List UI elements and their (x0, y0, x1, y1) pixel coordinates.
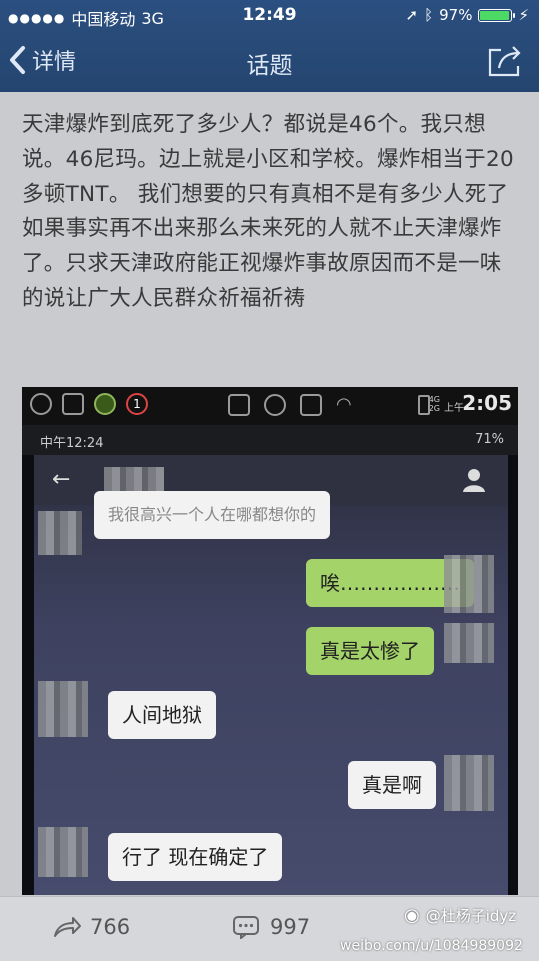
page-title: 话题 (246, 53, 293, 79)
location-icon: ➚ (405, 6, 419, 24)
repost-button[interactable]: 766 (52, 915, 130, 939)
top-bar: ●●●●● 中国移动 3G 12:49 ➚ ᛒ 97% ⚡ 详情 话题 (0, 0, 539, 92)
sub-time: 中午12:24 (40, 436, 104, 451)
nav-bar: 详情 话题 (0, 30, 539, 92)
chat-message: 真是太惨了 (306, 627, 434, 675)
charging-icon: ⚡ (518, 6, 529, 24)
status-bar: ●●●●● 中国移动 3G 12:49 ➚ ᛒ 97% ⚡ (0, 0, 539, 30)
repost-icon (54, 917, 81, 937)
vibrate-icon (228, 394, 250, 416)
battery-percent: 97% (439, 6, 473, 24)
post-text: 天津爆炸到底死了多少人？都说是46个。我只想说。46尼玛。边上就是小区和学校。爆… (22, 112, 514, 311)
share-icon[interactable] (485, 42, 525, 80)
watermark-user-text: @杜杨子idyz (425, 907, 517, 925)
alarm-icon (264, 394, 286, 416)
avatar (444, 555, 494, 613)
chat-message: 行了 现在确定了 (108, 833, 283, 881)
alarm-badge-icon: 1 (126, 393, 148, 415)
avatar (38, 827, 88, 877)
chat-message: 人间地狱 (108, 691, 216, 739)
image-status-bar: 1 ◠ 4G 2G 上午 2:05 (22, 387, 518, 425)
avatar (444, 755, 494, 811)
watermark-user: ◉ @杜杨子idyz (404, 905, 516, 926)
chat-message: 真是啊 (348, 761, 436, 809)
weibo-logo-icon: ◉ (404, 905, 420, 926)
battery-icon (418, 395, 430, 415)
blurred-name (104, 467, 164, 493)
sub-battery: 71% (475, 432, 504, 447)
net-label-1: 4G (428, 395, 440, 404)
mute-icon (300, 394, 322, 416)
avatar (38, 511, 82, 555)
post-image[interactable]: 1 ◠ 4G 2G 上午 2:05 中午12:24 71% ← 我很高兴一个人在… (22, 387, 518, 895)
ampm-label: 上午 (444, 403, 464, 414)
bluetooth-icon: ᛒ (424, 6, 434, 24)
avatar (38, 681, 88, 737)
watermark-url: weibo.com/u/1084989092 (340, 938, 523, 954)
comment-count: 997 (270, 915, 311, 939)
battery-icon (478, 8, 516, 22)
shield-icon (30, 393, 52, 415)
back-arrow-icon: ← (52, 467, 71, 492)
chat-area: ← 我很高兴一个人在哪都想你的 唉……………… 真是太惨了 人间地狱 真是啊 行… (34, 455, 508, 895)
comment-button[interactable]: 997 (232, 915, 310, 939)
comment-icon (233, 916, 259, 939)
person-icon (463, 469, 485, 492)
image-icon (62, 393, 84, 415)
wifi-icon: ◠ (336, 394, 352, 415)
app-icon (94, 393, 116, 415)
image-sub-status-bar: 中午12:24 71% (22, 425, 518, 455)
avatar (444, 623, 494, 663)
repost-count: 766 (90, 915, 131, 939)
chat-message: 我很高兴一个人在哪都想你的 (94, 491, 331, 539)
net-label-2: 2G (428, 404, 440, 413)
image-clock: 2:05 (462, 391, 512, 415)
